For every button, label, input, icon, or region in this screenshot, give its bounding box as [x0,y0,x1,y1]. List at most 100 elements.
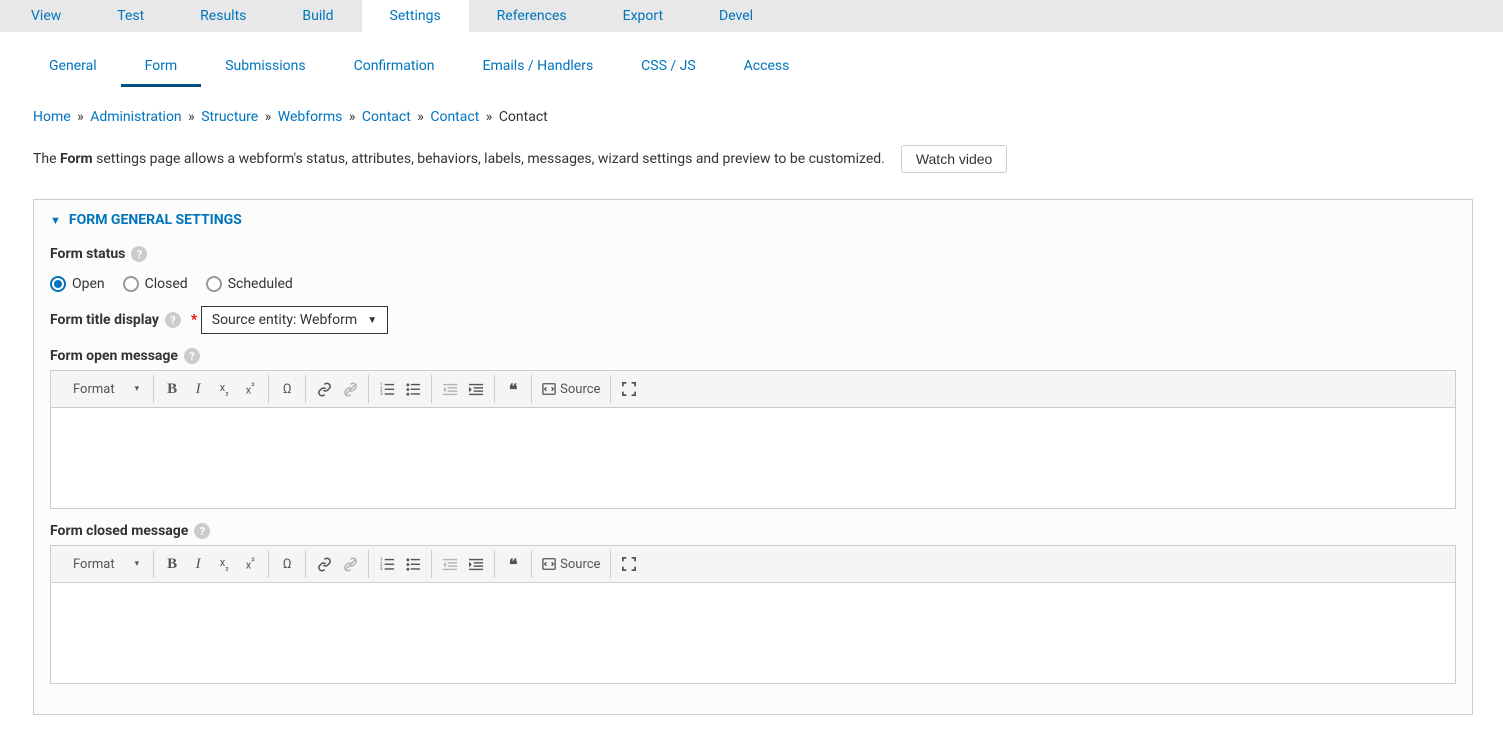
source-button[interactable]: Source [538,380,604,399]
form-item-title-display: Form title display ? * Source entity: We… [50,306,1456,334]
help-icon[interactable]: ? [184,348,200,364]
breadcrumb-webforms[interactable]: Webforms [278,109,343,125]
breadcrumb: Home » Administration » Structure » Webf… [33,109,1473,125]
bold-icon[interactable]: B [160,552,184,576]
description-row: The Form settings page allows a webform'… [33,145,1473,173]
unlink-icon[interactable] [338,552,362,576]
subtab-css-js[interactable]: CSS / JS [617,50,720,87]
format-label: Format [73,557,115,572]
bullet-list-icon[interactable] [401,377,425,401]
blockquote-icon[interactable]: ❝ [501,552,525,576]
required-mark: * [191,312,197,328]
breadcrumb-sep: » [417,109,424,125]
tab-test[interactable]: Test [89,0,172,32]
subtab-form[interactable]: Form [121,50,202,87]
indent-icon[interactable] [464,377,488,401]
numbered-list-icon[interactable]: 123 [375,552,399,576]
subscript-icon[interactable]: x₂ [212,552,236,576]
outdent-icon[interactable] [438,377,462,401]
watch-video-button[interactable]: Watch video [901,145,1008,173]
radio-open[interactable]: Open [50,276,105,292]
special-char-icon[interactable]: Ω [275,552,299,576]
breadcrumb-home[interactable]: Home [33,109,71,125]
blockquote-icon[interactable]: ❝ [501,377,525,401]
radio-closed[interactable]: Closed [123,276,188,292]
subtab-general[interactable]: General [33,50,121,87]
source-label: Source [560,382,600,397]
form-title-display-select[interactable]: Source entity: Webform ▼ [201,306,388,334]
tab-devel[interactable]: Devel [691,0,781,32]
tab-results[interactable]: Results [172,0,274,32]
page-description: The Form settings page allows a webform'… [33,151,885,167]
fieldset-form-general: ▼ FORM GENERAL SETTINGS Form status ? Op… [33,199,1473,715]
format-select[interactable]: Format ▾ [65,555,147,574]
svg-text:3: 3 [380,566,383,572]
help-icon[interactable]: ? [194,523,210,539]
fieldset-title: FORM GENERAL SETTINGS [69,212,242,228]
tab-settings[interactable]: Settings [362,0,469,32]
breadcrumb-sep: » [77,109,84,125]
maximize-icon[interactable] [617,377,641,401]
maximize-icon[interactable] [617,552,641,576]
editor-toolbar: Format ▾ B I x₂ x² Ω [51,546,1455,583]
form-status-label: Form status ? [50,246,147,262]
radio-label: Closed [145,276,188,292]
primary-tabs: View Test Results Build Settings Referen… [0,0,1503,32]
radio-label: Open [72,276,105,292]
desc-prefix: The [33,151,60,167]
tab-build[interactable]: Build [274,0,361,32]
italic-icon[interactable]: I [186,552,210,576]
special-char-icon[interactable]: Ω [275,377,299,401]
breadcrumb-administration[interactable]: Administration [90,109,181,125]
label-text: Form closed message [50,523,188,539]
editor-content-area[interactable] [51,583,1455,683]
subtab-emails-handlers[interactable]: Emails / Handlers [459,50,618,87]
content-area: Home » Administration » Structure » Webf… [0,87,1503,715]
outdent-icon[interactable] [438,552,462,576]
form-item-status: Form status ? Open Closed Scheduled [50,246,1456,292]
tab-view[interactable]: View [3,0,89,32]
radio-label: Scheduled [228,276,293,292]
label-text: Form status [50,246,125,262]
help-icon[interactable]: ? [131,246,147,262]
subscript-icon[interactable]: x₂ [212,377,236,401]
link-icon[interactable] [312,377,336,401]
form-title-display-label: Form title display ? * [50,312,197,328]
indent-icon[interactable] [464,552,488,576]
subtab-submissions[interactable]: Submissions [201,50,329,87]
breadcrumb-sep: » [486,109,493,125]
format-select[interactable]: Format ▾ [65,380,147,399]
editor-open-message: Format ▾ B I x₂ x² Ω [50,370,1456,509]
chevron-down-icon: ▾ [135,559,140,569]
bullet-list-icon[interactable] [401,552,425,576]
subtab-access[interactable]: Access [720,50,814,87]
breadcrumb-sep: » [349,109,356,125]
breadcrumb-contact-2[interactable]: Contact [430,109,479,125]
form-open-message-label: Form open message ? [50,348,200,364]
radio-icon [206,276,222,292]
breadcrumb-sep: » [188,109,195,125]
source-label: Source [560,557,600,572]
tab-references[interactable]: References [469,0,595,32]
radio-icon [50,276,66,292]
desc-suffix: settings page allows a webform's status,… [93,151,885,167]
superscript-icon[interactable]: x² [238,377,262,401]
link-icon[interactable] [312,552,336,576]
unlink-icon[interactable] [338,377,362,401]
fieldset-header[interactable]: ▼ FORM GENERAL SETTINGS [34,200,1472,240]
source-button[interactable]: Source [538,555,604,574]
radio-scheduled[interactable]: Scheduled [206,276,293,292]
subtab-confirmation[interactable]: Confirmation [330,50,459,87]
form-item-open-message: Form open message ? Format ▾ B I [50,348,1456,509]
format-label: Format [73,382,115,397]
tab-export[interactable]: Export [595,0,691,32]
bold-icon[interactable]: B [160,377,184,401]
numbered-list-icon[interactable]: 123 [375,377,399,401]
editor-content-area[interactable] [51,408,1455,508]
secondary-tabs: General Form Submissions Confirmation Em… [0,32,1503,87]
italic-icon[interactable]: I [186,377,210,401]
breadcrumb-contact-1[interactable]: Contact [362,109,411,125]
help-icon[interactable]: ? [165,312,181,328]
breadcrumb-structure[interactable]: Structure [201,109,258,125]
superscript-icon[interactable]: x² [238,552,262,576]
